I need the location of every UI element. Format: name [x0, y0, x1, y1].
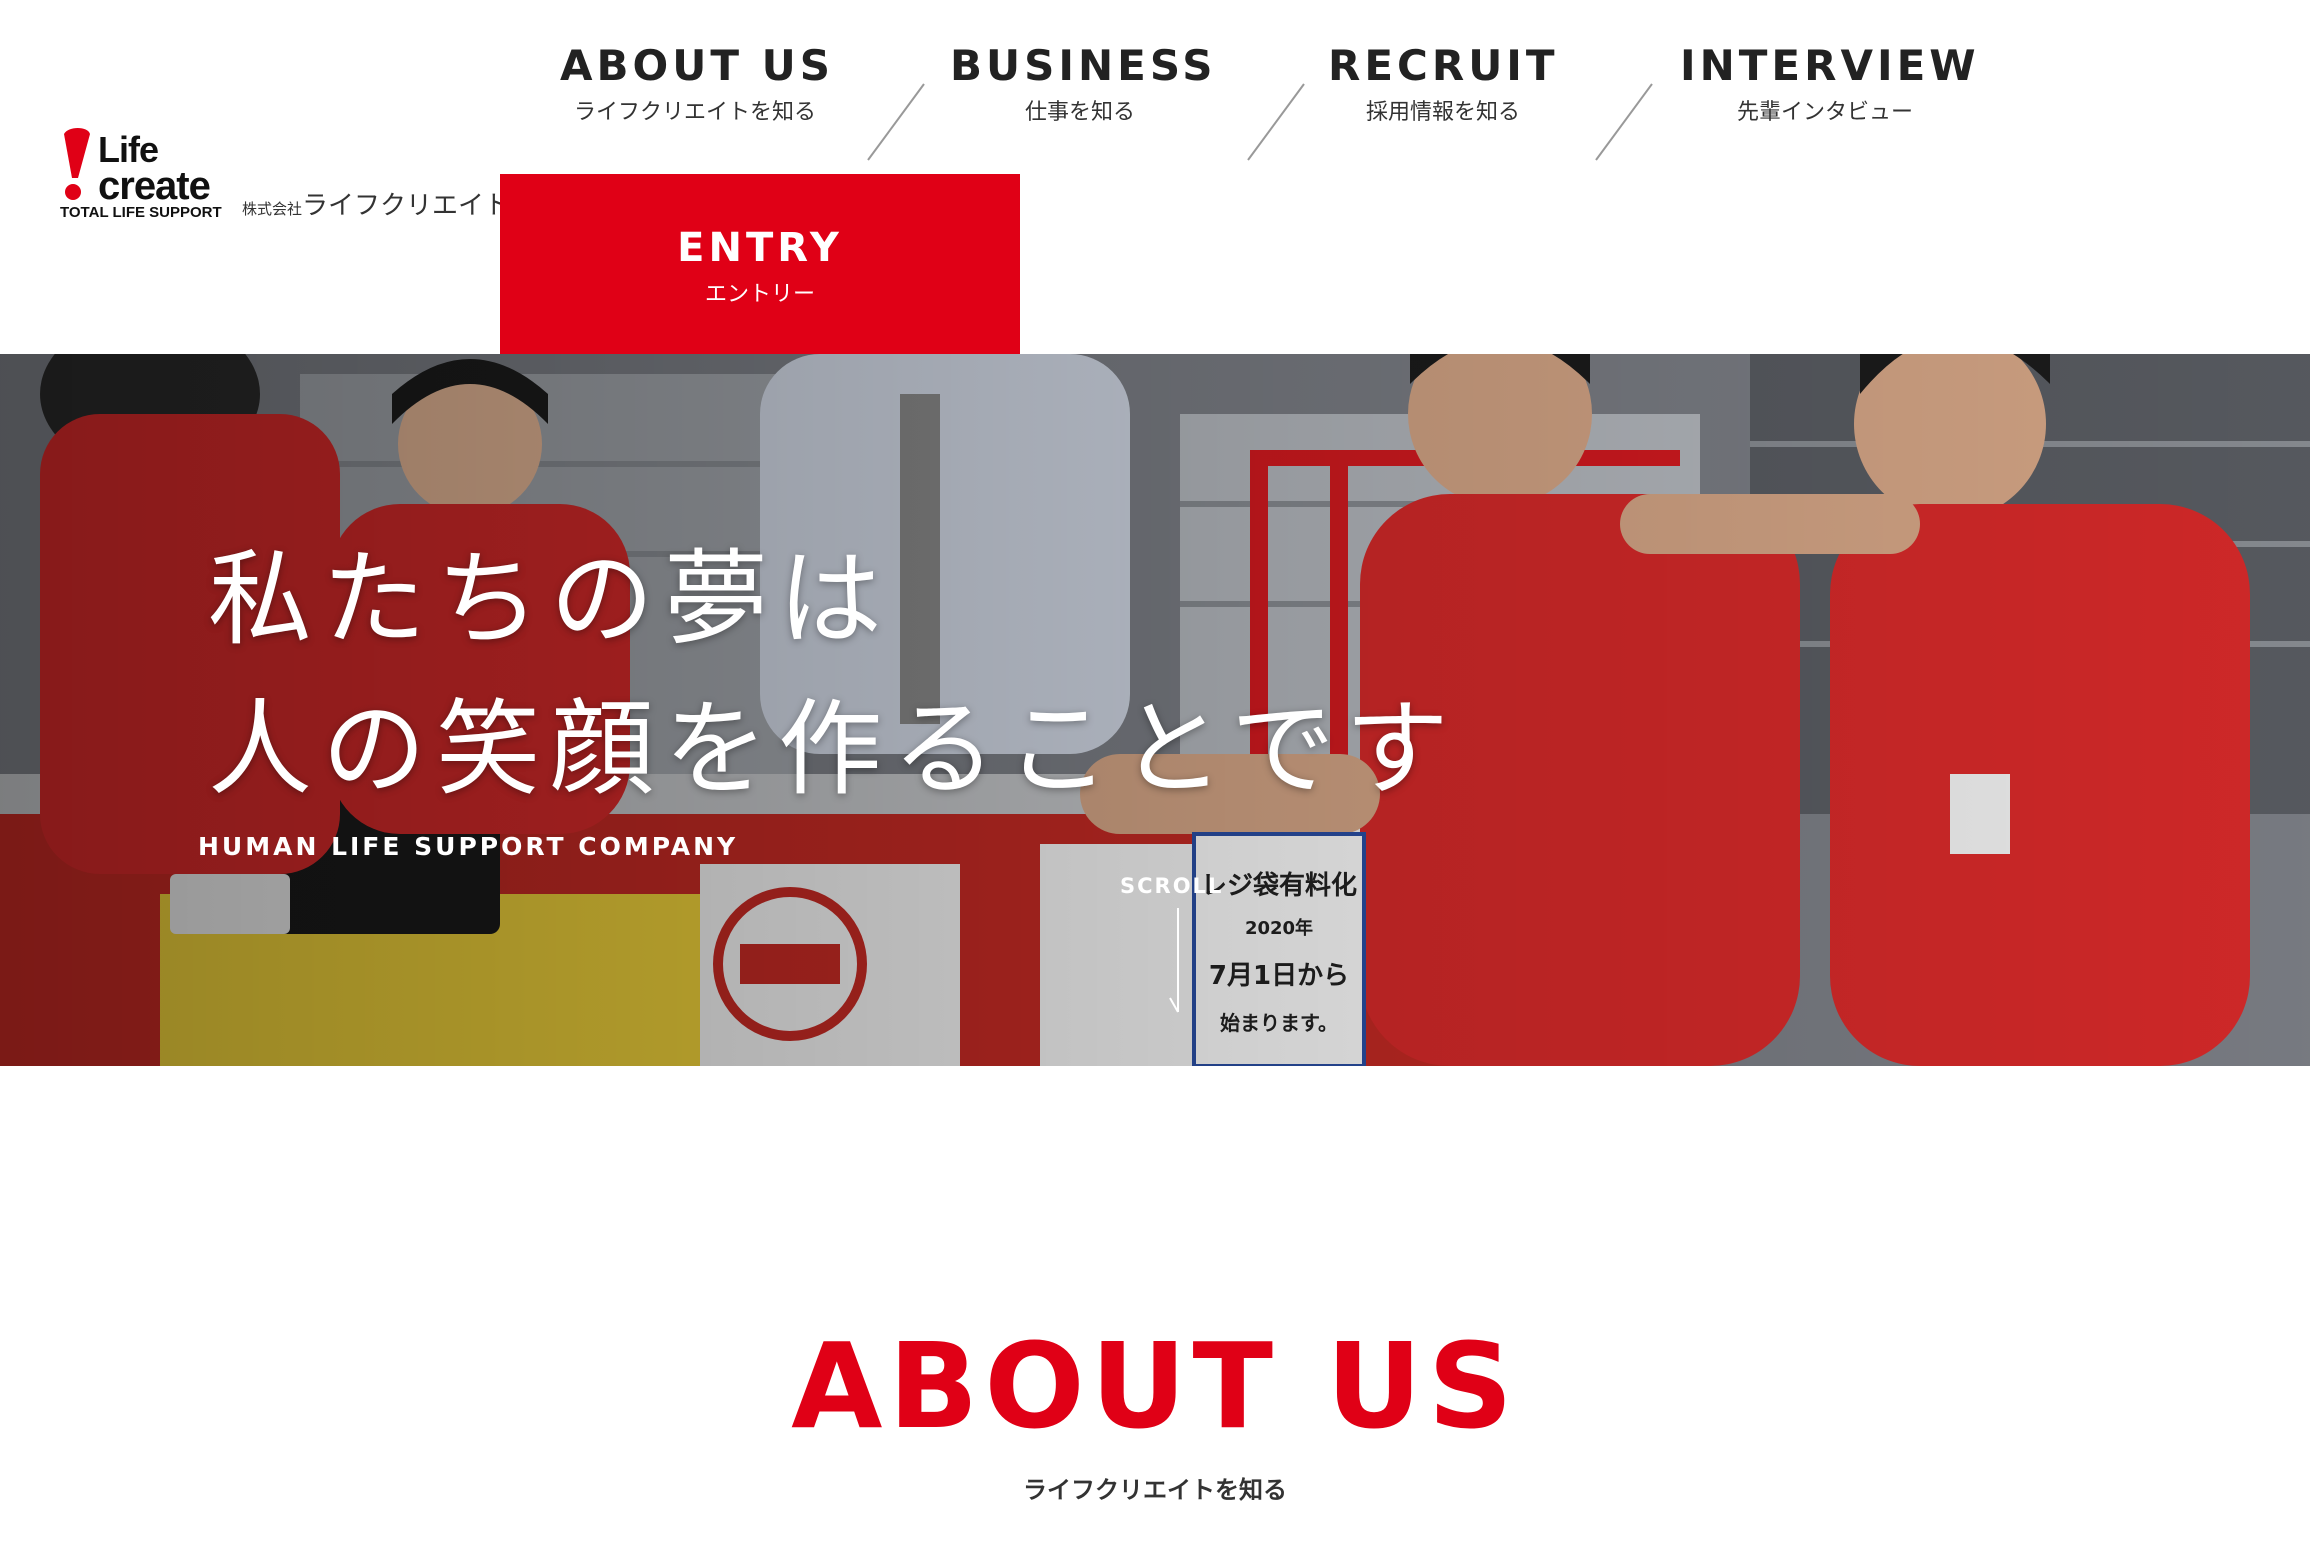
- hero-catchcopy-line2: 人の笑顔を作ることです: [208, 688, 1459, 810]
- logo-company-prefix: 株式会社: [242, 200, 303, 218]
- scroll-indicator[interactable]: SCROLL: [1120, 874, 1224, 1013]
- entry-button-sublabel: エントリー: [704, 282, 815, 307]
- nav-item-label: BUSINESS: [950, 41, 1217, 90]
- nav-item-recruit[interactable]: RECRUIT 採用情報を知る: [1328, 38, 1558, 128]
- logo-tagline: TOTAL LIFE SUPPORT: [60, 204, 222, 221]
- hero-catchcopy: 私たちの夢は 人の笑顔を作ることです: [208, 524, 1459, 824]
- hero-catchcopy-line1: 私たちの夢は: [208, 538, 893, 660]
- nav-item-label: INTERVIEW: [1680, 41, 1980, 90]
- nav-divider: [867, 83, 925, 161]
- nav-item-sublabel: 先輩インタビュー: [1736, 100, 1913, 125]
- nav-divider: [1595, 83, 1653, 161]
- logo-text-create: create: [98, 164, 211, 208]
- logo-company-name: 株式会社ライフクリエイト: [242, 190, 510, 225]
- about-title: ABOUT US: [791, 1317, 1519, 1455]
- nav-item-interview[interactable]: INTERVIEW 先輩インタビュー: [1680, 38, 1980, 128]
- nav-item-sublabel: 仕事を知る: [1024, 100, 1135, 125]
- nav-divider: [1247, 83, 1305, 161]
- nav-item-sublabel: ライフクリエイトを知る: [573, 100, 816, 125]
- scroll-label: SCROLL: [1120, 874, 1224, 898]
- scroll-arrow-icon: [1169, 908, 1179, 1013]
- nav-item-about-us[interactable]: ABOUT US ライフクリエイトを知る: [560, 38, 830, 128]
- logo-company-katakana: ライフクリエイト: [302, 191, 511, 221]
- global-nav: ABOUT US ライフクリエイトを知る BUSINESS 仕事を知る RECR…: [0, 38, 2310, 161]
- entry-button-label: ENTRY: [677, 225, 843, 271]
- company-logo[interactable]: Life create TOTAL LIFE SUPPORT 株式会社ライフクリ…: [58, 126, 510, 226]
- entry-button[interactable]: ENTRY エントリー: [500, 174, 1020, 354]
- nav-item-sublabel: 採用情報を知る: [1365, 100, 1520, 125]
- hero-tagline: HUMAN LIFE SUPPORT COMPANY: [198, 832, 739, 861]
- hero-section: レジ袋有料化2020年7月1日から始まります。 私たちの夢は 人の笑顔を作ること…: [0, 354, 2310, 1066]
- nav-item-label: ABOUT US: [560, 41, 834, 90]
- nav-item-label: RECRUIT: [1328, 41, 1559, 90]
- about-subtitle: ライフクリエイトを知る: [1023, 1476, 1287, 1504]
- nav-item-business[interactable]: BUSINESS 仕事を知る: [950, 38, 1217, 128]
